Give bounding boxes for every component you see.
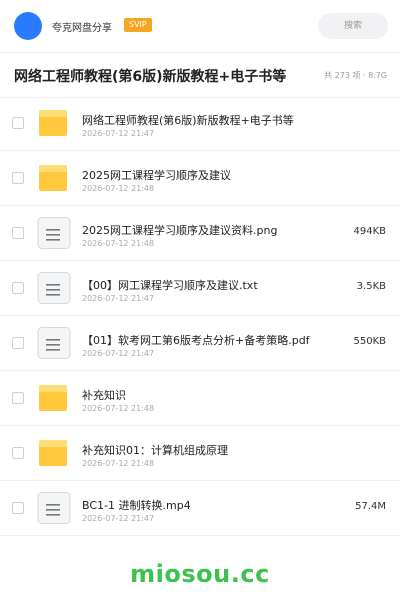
folder-icon: [36, 437, 72, 469]
folder-icon: [36, 107, 72, 139]
document-icon: [36, 327, 72, 359]
folder-icon: [36, 382, 72, 414]
file-time: 2026-07-12 21:48: [82, 459, 155, 468]
file-size: 57.4M: [355, 501, 386, 512]
file-row[interactable]: 补充知识01：计算机组成原理 2026-07-12 21:48: [0, 426, 400, 481]
file-time: 2026-07-12 21:48: [82, 184, 155, 193]
file-row[interactable]: 网络工程师教程(第6版)新版教程+电子书等 2026-07-12 21:47: [0, 96, 400, 151]
file-time: 2026-07-12 21:47: [82, 294, 155, 303]
file-row[interactable]: 2025网工课程学习顺序及建议资料.png 2026-07-12 21:48 494…: [0, 206, 400, 261]
file-time: 2026-07-12 21:48: [82, 239, 155, 248]
document-icon: [36, 217, 72, 249]
file-time: 2026-07-12 21:47: [82, 514, 155, 523]
file-name[interactable]: 补充知识01：计算机组成原理: [82, 442, 228, 458]
file-size: 3.5KB: [356, 281, 386, 292]
brand-name: 夸克网盘分享: [52, 23, 112, 34]
watermark-logo: miosou.cc: [130, 560, 270, 588]
file-row[interactable]: 【01】软考网工第6版考点分析+备考策略.pdf 2026-07-12 21:47…: [0, 316, 400, 371]
row-checkbox[interactable]: [12, 502, 24, 514]
row-checkbox[interactable]: [12, 117, 24, 129]
search-button[interactable]: 搜索: [318, 13, 388, 39]
file-time: 2026-07-12 21:47: [82, 349, 155, 358]
avatar[interactable]: [14, 12, 42, 40]
svip-badge: SVIP: [124, 18, 152, 32]
row-checkbox[interactable]: [12, 447, 24, 459]
file-row[interactable]: 补充知识 2026-07-12 21:48: [0, 371, 400, 426]
file-name[interactable]: 2025网工课程学习顺序及建议: [82, 167, 231, 183]
file-size: 494KB: [353, 226, 386, 237]
file-name[interactable]: BC1-1 进制转换.mp4: [82, 497, 191, 513]
file-row[interactable]: 2025网工课程学习顺序及建议 2026-07-12 21:48: [0, 151, 400, 206]
file-size: 550KB: [353, 336, 386, 347]
file-name[interactable]: 【00】网工课程学习顺序及建议.txt: [82, 277, 258, 293]
file-time: 2026-07-12 21:47: [82, 129, 155, 138]
file-row[interactable]: BC1-1 进制转换.mp4 2026-07-12 21:47 57.4M: [0, 481, 400, 536]
row-checkbox[interactable]: [12, 282, 24, 294]
folder-header: 网络工程师教程(第6版)新版教程+电子书等 共 273 项 · 8.7G: [0, 52, 400, 98]
file-name[interactable]: 2025网工课程学习顺序及建议资料.png: [82, 222, 277, 238]
top-bar: 夸克网盘分享 SVIP 搜索: [0, 0, 400, 52]
file-name[interactable]: 补充知识: [82, 387, 126, 403]
folder-title: 网络工程师教程(第6版)新版教程+电子书等: [14, 69, 287, 85]
document-icon: [36, 492, 72, 524]
row-checkbox[interactable]: [12, 172, 24, 184]
file-row[interactable]: 【00】网工课程学习顺序及建议.txt 2026-07-12 21:47 3.5KB: [0, 261, 400, 316]
file-name[interactable]: 网络工程师教程(第6版)新版教程+电子书等: [82, 112, 294, 128]
row-checkbox[interactable]: [12, 337, 24, 349]
file-list: 网络工程师教程(第6版)新版教程+电子书等 2026-07-12 21:47 202…: [0, 96, 400, 536]
document-icon: [36, 272, 72, 304]
folder-icon: [36, 162, 72, 194]
file-time: 2026-07-12 21:48: [82, 404, 155, 413]
row-checkbox[interactable]: [12, 227, 24, 239]
file-name[interactable]: 【01】软考网工第6版考点分析+备考策略.pdf: [82, 332, 310, 348]
row-checkbox[interactable]: [12, 392, 24, 404]
folder-meta: 共 273 项 · 8.7G: [324, 71, 387, 80]
